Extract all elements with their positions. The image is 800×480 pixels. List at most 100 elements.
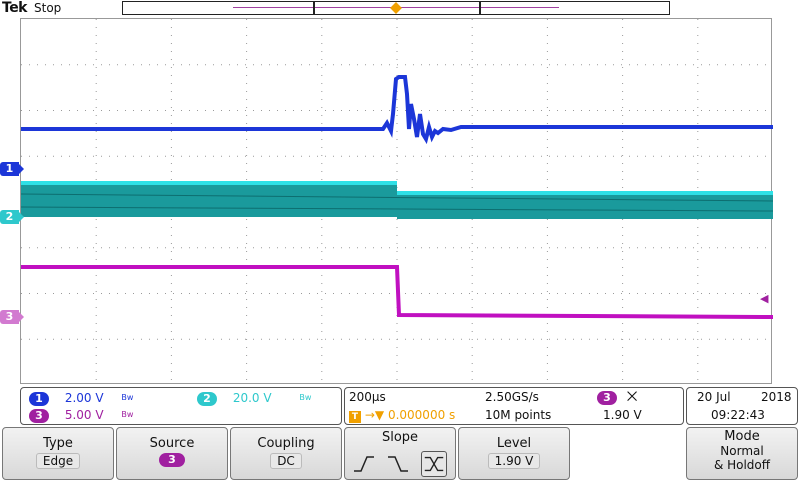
grid-dot <box>597 293 598 294</box>
grid-dot <box>95 179 97 180</box>
grid-dot <box>197 338 198 340</box>
grid-dot <box>485 247 486 249</box>
grid-dot <box>285 110 286 111</box>
rising-slope-icon[interactable] <box>351 451 377 477</box>
grid-dot <box>61 247 62 249</box>
timebase-panel[interactable]: 200µs 2.50GS/s 3 ⨉ T →▼ 0.000000 s 10M p… <box>344 387 684 425</box>
grid-dot <box>697 115 699 116</box>
grid-dot <box>213 247 214 249</box>
grid-dot <box>181 64 182 66</box>
either-slope-button-icon[interactable] <box>421 451 447 477</box>
grid-dot <box>581 293 582 294</box>
grid-dot <box>170 379 172 380</box>
ch3-info[interactable]: 3 5.00 V Bᴡ <box>29 407 133 423</box>
grid-dot <box>509 338 510 340</box>
grid-dot <box>221 293 222 294</box>
grid-dot <box>629 110 630 111</box>
grid-dot <box>757 293 758 294</box>
grid-dot <box>181 155 182 157</box>
grid-dot <box>197 64 198 66</box>
grid-dot <box>95 299 97 300</box>
grid-dot <box>246 347 248 348</box>
grid-dot <box>396 139 398 140</box>
datetime-panel: 20 Jul 2018 09:22:43 <box>686 387 798 425</box>
grid-dot <box>170 307 172 308</box>
grid-dot <box>321 307 323 308</box>
mode-menu-button[interactable]: Mode Normal & Holdoff <box>686 427 798 480</box>
grid-dot <box>741 293 742 294</box>
grid-dot <box>509 293 510 294</box>
grid-dot <box>321 259 323 260</box>
grid-dot <box>661 247 662 249</box>
source-menu-button[interactable]: Source 3 <box>116 427 228 480</box>
grid-dot <box>546 171 548 172</box>
grid-dot <box>109 247 110 249</box>
grid-dot <box>37 247 38 249</box>
grid-dot <box>546 251 548 252</box>
grid-dot <box>622 291 624 292</box>
grid-dot <box>157 338 158 340</box>
grid-dot <box>437 247 438 249</box>
ch2-ground-marker[interactable]: 2 <box>0 210 24 224</box>
grid-dot <box>53 110 54 111</box>
grid-dot <box>709 155 710 157</box>
grid-dot <box>246 171 248 172</box>
grid-dot <box>396 51 398 52</box>
grid-dot <box>697 75 699 76</box>
grid-dot <box>637 338 638 340</box>
grid-dot <box>471 299 473 300</box>
ch1-ground-marker[interactable]: 1 <box>0 162 24 176</box>
grid-dot <box>697 355 699 356</box>
grid-dot <box>485 155 486 157</box>
grid-dot <box>321 43 323 44</box>
grid-dot <box>757 110 758 111</box>
grid-dot <box>117 247 118 249</box>
grid-dot <box>170 139 172 140</box>
grid-dot <box>109 64 110 66</box>
ch1-info[interactable]: 1 2.00 V Bᴡ <box>29 390 133 406</box>
grid-dot <box>321 99 323 100</box>
grid-dot <box>453 293 454 294</box>
grid-dot <box>757 155 758 157</box>
grid-dot <box>697 171 699 172</box>
level-menu-button[interactable]: Level 1.90 V <box>458 427 570 480</box>
grid-dot <box>546 115 548 116</box>
grid-dot <box>693 110 694 111</box>
grid-dot <box>170 43 172 44</box>
grid-dot <box>389 64 390 66</box>
channel-info-panel[interactable]: 1 2.00 V Bᴡ 2 20.0 V Bᴡ 3 5.00 V Bᴡ <box>20 387 342 425</box>
grid-dot <box>321 339 323 340</box>
grid-dot <box>396 355 398 356</box>
grid-dot <box>546 371 548 372</box>
grid-dot <box>471 67 473 68</box>
coupling-menu-button[interactable]: Coupling DC <box>230 427 342 480</box>
grid-dot <box>725 247 726 249</box>
grid-dot <box>622 323 624 324</box>
grid-dot <box>69 338 70 340</box>
grid-dot <box>69 293 70 294</box>
grid-dot <box>61 338 62 340</box>
grid-dot <box>293 110 294 111</box>
ch2-info[interactable]: 2 20.0 V Bᴡ <box>197 390 311 406</box>
type-menu-button[interactable]: Type Edge <box>2 427 114 480</box>
waveform-display[interactable] <box>20 18 773 384</box>
slope-menu-button[interactable]: Slope <box>344 427 456 480</box>
grid-dot <box>301 293 302 294</box>
grid-dot <box>293 293 294 294</box>
level-value: 1.90 V <box>487 453 541 469</box>
grid-dot <box>69 110 70 111</box>
grid-dot <box>589 110 590 111</box>
grid-dot <box>170 163 172 164</box>
grid-dot <box>101 155 102 157</box>
grid-dot <box>546 163 548 164</box>
ch3-ground-marker[interactable]: 3 <box>0 310 24 324</box>
grid-dot <box>471 163 473 164</box>
grid-dot <box>213 110 214 111</box>
grid-dot <box>461 64 462 66</box>
grid-dot <box>246 179 248 180</box>
grid-dot <box>321 379 323 380</box>
grid-dot <box>205 247 206 249</box>
falling-slope-icon[interactable] <box>385 451 411 477</box>
grid-dot <box>53 247 54 249</box>
grid-dot <box>221 155 222 157</box>
